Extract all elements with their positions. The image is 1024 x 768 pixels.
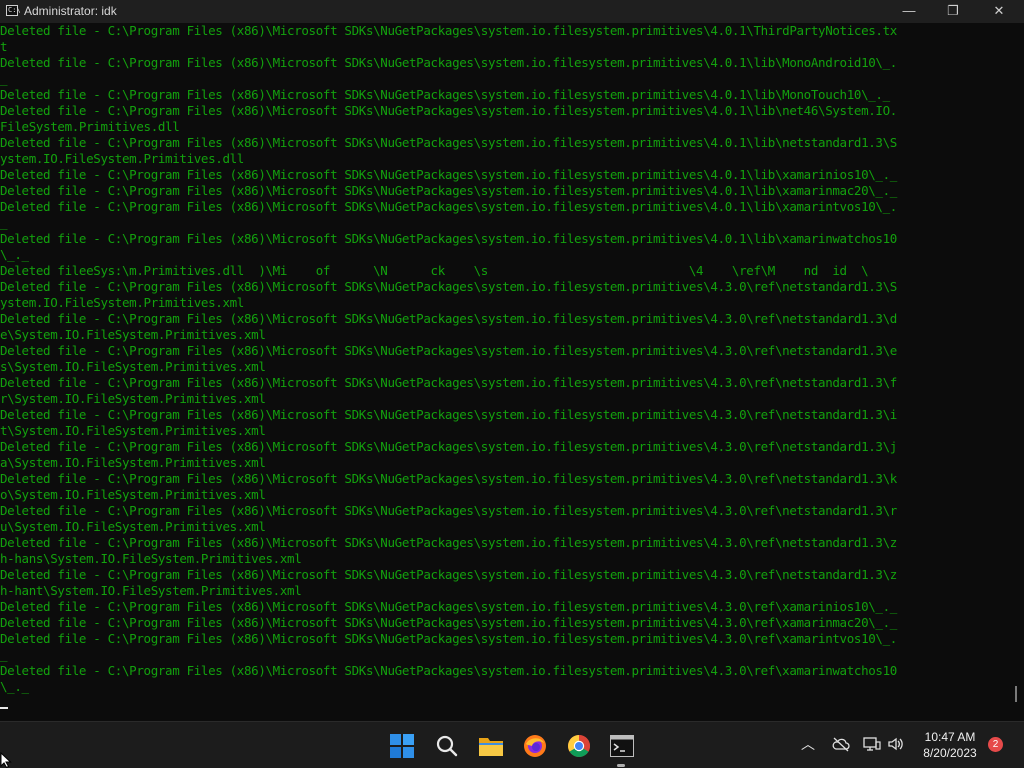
console-line: a\System.IO.FileSystem.Primitives.xml [0,455,266,470]
console-line: Deleted file - C:\Program Files (x86)\Mi… [0,135,897,150]
clock-time: 10:47 AM [924,730,976,744]
console-line: Deleted file - C:\Program Files (x86)\Mi… [0,231,897,246]
console-line: Deleted file - C:\Program Files (x86)\Mi… [0,279,897,294]
window-title: Administrator: idk [24,4,117,18]
console-line: Deleted file - C:\Program Files (x86)\Mi… [0,615,897,630]
cloud-offline-icon[interactable] [832,736,850,755]
text-cursor [0,707,8,709]
notification-badge[interactable]: 2 [988,737,1003,752]
title-bar: C:\ Administrator: idk — ❐ ✕ [0,0,1024,23]
console-line: _ [0,215,8,230]
console-line: o\System.IO.FileSystem.Primitives.xml [0,487,266,502]
console-line: Deleted file - C:\Program Files (x86)\Mi… [0,663,897,678]
console-line: Deleted file - C:\Program Files (x86)\Mi… [0,439,897,454]
volume-icon[interactable] [887,736,905,755]
console-line: Deleted file - C:\Program Files (x86)\Mi… [0,567,897,582]
console-line: FileSystem.Primitives.dll [0,119,180,134]
console-line: _ [0,647,8,662]
console-line: \_._ [0,679,29,694]
console-line: s\System.IO.FileSystem.Primitives.xml [0,359,266,374]
console-line: ystem.IO.FileSystem.Primitives.xml [0,295,244,310]
firefox-button[interactable] [518,729,552,763]
console-line: Deleted file - C:\Program Files (x86)\Mi… [0,631,897,646]
clock-date: 8/20/2023 [923,746,977,760]
chrome-icon [568,735,590,757]
console-line: Deleted file - C:\Program Files (x86)\Mi… [0,103,897,118]
console-line: Deleted file - C:\Program Files (x86)\Mi… [0,407,897,422]
maximize-button[interactable]: ❐ [930,0,976,23]
console-line: Deleted file - C:\Program Files (x86)\Mi… [0,535,897,550]
console-line: Deleted file - C:\Program Files (x86)\Mi… [0,199,897,214]
console-line: Deleted file - C:\Program Files (x86)\Mi… [0,375,897,390]
console-line: Deleted file - C:\Program Files (x86)\Mi… [0,503,897,518]
console-line: h-hans\System.IO.FileSystem.Primitives.x… [0,551,302,566]
folder-icon [479,738,503,756]
console-line: Deleted fileeSys:\m.Primitives.dll )\Mi … [0,263,869,278]
console-line: u\System.IO.FileSystem.Primitives.xml [0,519,266,534]
chevron-up-icon[interactable]: ︿ [801,734,815,754]
terminal-icon [610,735,634,757]
console-line: e\System.IO.FileSystem.Primitives.xml [0,327,266,342]
console-line: r\System.IO.FileSystem.Primitives.xml [0,391,266,406]
console-line: t [0,39,8,54]
console-line: Deleted file - C:\Program Files (x86)\Mi… [0,55,897,70]
console-line: Deleted file - C:\Program Files (x86)\Mi… [0,343,897,358]
chrome-button[interactable] [562,729,596,763]
cmd-icon[interactable]: C:\ [6,5,21,16]
console-line: _ [0,71,8,86]
start-button[interactable] [385,729,419,763]
file-explorer-button[interactable] [474,729,508,763]
mouse-pointer-icon [0,752,12,768]
system-clock[interactable]: 10:47 AM 8/20/2023 [912,729,988,761]
console-line: Deleted file - C:\Program Files (x86)\Mi… [0,311,897,326]
minimize-button[interactable]: — [886,0,932,23]
console-line: \_._ [0,247,29,262]
console-line: Deleted file - C:\Program Files (x86)\Mi… [0,167,897,182]
windows-logo-icon [390,734,414,758]
taskbar: ︿ 10:47 AM 8/20/2023 2 [0,721,1024,768]
console-line: Deleted file - C:\Program Files (x86)\Mi… [0,23,897,38]
console-line: Deleted file - C:\Program Files (x86)\Mi… [0,87,890,102]
close-button[interactable]: ✕ [976,0,1022,23]
active-app-indicator [617,764,625,767]
network-icon[interactable] [863,736,881,755]
search-button[interactable] [430,729,464,763]
command-prompt-button[interactable] [605,729,639,763]
console-output[interactable]: Deleted file - C:\Program Files (x86)\Mi… [0,23,1014,721]
console-text: Deleted file - C:\Program Files (x86)\Mi… [0,23,1014,695]
console-line: Deleted file - C:\Program Files (x86)\Mi… [0,471,897,486]
firefox-icon [524,735,546,757]
console-line: Deleted file - C:\Program Files (x86)\Mi… [0,183,897,198]
scrollbar-thumb[interactable] [1015,686,1017,702]
console-line: t\System.IO.FileSystem.Primitives.xml [0,423,266,438]
console-line: Deleted file - C:\Program Files (x86)\Mi… [0,599,897,614]
console-line: h-hant\System.IO.FileSystem.Primitives.x… [0,583,302,598]
search-icon [436,735,458,757]
console-line: ystem.IO.FileSystem.Primitives.dll [0,151,244,166]
